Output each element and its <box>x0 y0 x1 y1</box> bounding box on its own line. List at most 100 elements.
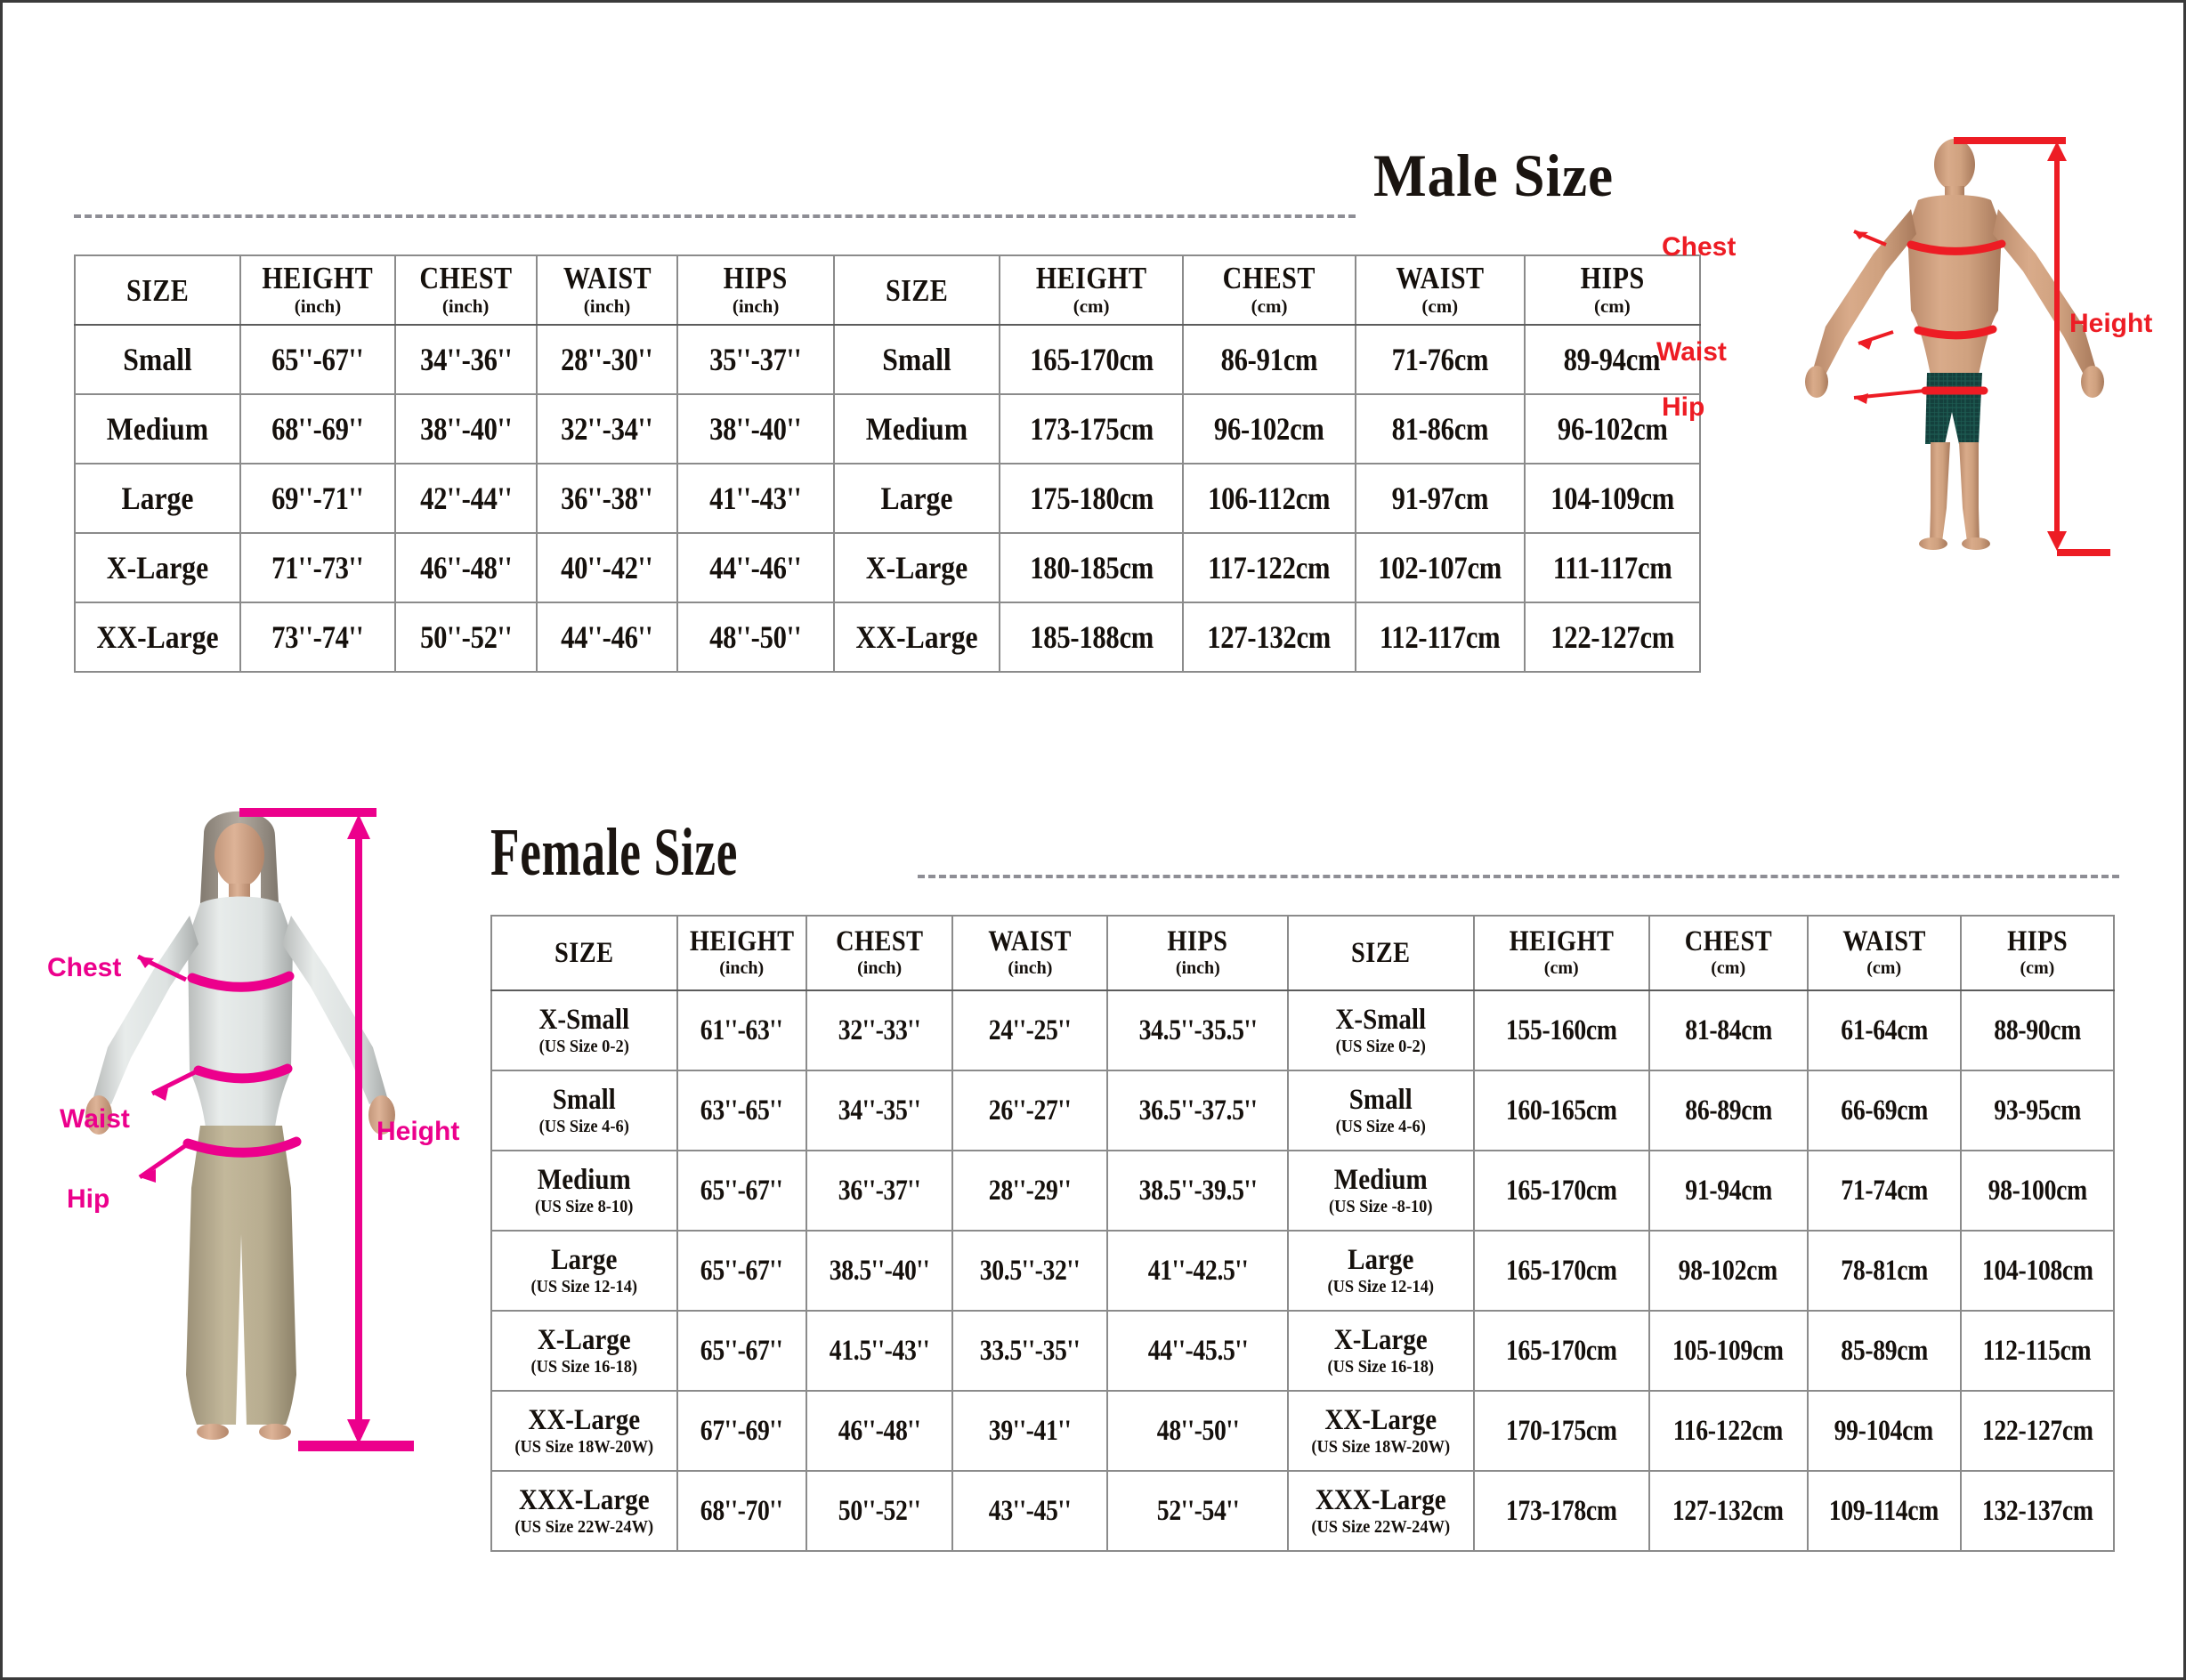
col-header-label: HIPS <box>1580 261 1645 296</box>
measurement-value: 50''-52'' <box>838 1494 921 1527</box>
cell-hips-inch: 38''-40'' <box>676 393 835 464</box>
cell-waist-inch: 26''-27'' <box>951 1070 1109 1151</box>
col-hips-cm: HIPS (cm) <box>1959 915 2116 991</box>
size-label: Large <box>121 481 194 516</box>
cell-height-cm: 185-188cm <box>998 602 1185 673</box>
col-header-unit: (inch) <box>732 295 780 318</box>
col-header-label: CHEST <box>419 261 513 296</box>
cell-hips-cm: 93-95cm <box>1959 1070 2116 1151</box>
measurement-value: 50''-52'' <box>419 619 512 655</box>
male-hip-label: Hip <box>1662 392 1705 422</box>
size-label: Small <box>552 1084 616 1117</box>
size-label: Small <box>1348 1084 1413 1117</box>
female-pants <box>186 1126 296 1425</box>
cell-hips-inch: 41''-43'' <box>676 463 835 534</box>
measurement-value: 28''-30'' <box>561 342 653 377</box>
measurement-value: 71''-73'' <box>271 550 364 586</box>
measurement-value: 36''-37'' <box>838 1174 921 1207</box>
measurement-value: 67''-69'' <box>700 1414 783 1447</box>
measurement-value: 65''-67'' <box>700 1254 783 1287</box>
measurement-value: 34.5''-35.5'' <box>1138 1014 1258 1046</box>
measurement-value: 46''-48'' <box>419 550 512 586</box>
cell-hips-cm: 111-117cm <box>1523 532 1702 603</box>
male-chest-label: Chest <box>1662 232 1737 262</box>
measurement-value: 132-137cm <box>1981 1494 2093 1527</box>
cell-waist-cm: 91-97cm <box>1354 463 1526 534</box>
male-hip-arrowhead <box>1854 393 1868 404</box>
col-hips-cm: HIPS (cm) <box>1523 254 1702 326</box>
measurement-value: 66-69cm <box>1840 1094 1928 1127</box>
cell-chest-cm: 98-102cm <box>1648 1230 1809 1312</box>
cell-size-inch: Small (US Size 4-6) <box>490 1070 678 1151</box>
measurement-value: 117-122cm <box>1208 550 1331 586</box>
measurement-value: 73''-74'' <box>271 619 364 655</box>
col-height-cm: HEIGHT (cm) <box>998 254 1185 326</box>
us-size-label: (US Size 22W-24W) <box>1311 1516 1451 1537</box>
female-hip-leader <box>138 1143 188 1180</box>
measurement-value: 81-84cm <box>1684 1014 1772 1046</box>
cell-height-cm: 180-185cm <box>998 532 1185 603</box>
measurement-value: 41''-43'' <box>709 481 802 516</box>
cell-height-inch: 65''-67'' <box>676 1150 807 1232</box>
female-height-up-arrowhead <box>347 814 370 839</box>
measurement-value: 34''-35'' <box>838 1094 921 1127</box>
col-header-unit: (inch) <box>583 295 631 318</box>
col-header-label: WAIST <box>988 925 1073 957</box>
cell-size-cm: Small (US Size 4-6) <box>1287 1070 1475 1151</box>
cell-hips-cm: 132-137cm <box>1959 1470 2116 1552</box>
cell-height-cm: 173-178cm <box>1472 1470 1650 1552</box>
measurement-value: 36.5''-37.5'' <box>1138 1094 1258 1127</box>
table-row: Small 65''-67'' 34''-36'' 28''-30'' 35''-37'… <box>73 324 1702 395</box>
us-size-label: (US Size 12-14) <box>530 1276 638 1296</box>
cell-waist-cm: 85-89cm <box>1806 1310 1962 1392</box>
size-label: X-Large <box>1334 1324 1428 1357</box>
cell-hips-cm: 98-100cm <box>1959 1150 2116 1232</box>
cell-chest-cm: 116-122cm <box>1648 1390 1809 1472</box>
col-header-unit: (cm) <box>1251 295 1288 318</box>
measurement-value: 81-86cm <box>1391 411 1489 447</box>
measurement-value: 44''-45.5'' <box>1147 1334 1249 1367</box>
cell-height-cm: 165-170cm <box>1472 1150 1650 1232</box>
cell-size-cm: XXX-Large (US Size 22W-24W) <box>1287 1470 1475 1552</box>
male-left-foot <box>1919 537 1947 550</box>
measurement-value: 65''-67'' <box>700 1174 783 1207</box>
cell-chest-inch: 50''-52'' <box>393 602 538 673</box>
measurement-value: 61''-63'' <box>700 1014 783 1046</box>
cell-waist-cm: 112-117cm <box>1354 602 1526 673</box>
cell-height-cm: 165-170cm <box>1472 1230 1650 1312</box>
female-table-header-row: SIZE HEIGHT (inch) CHEST (inch) WAIST (i… <box>490 915 2116 991</box>
table-row: X-Large 71''-73'' 46''-48'' 40''-42'' 44''-4… <box>73 532 1702 603</box>
cell-height-inch: 61''-63'' <box>676 989 807 1071</box>
cell-size-cm: Large <box>832 463 1000 534</box>
cell-waist-cm: 71-76cm <box>1354 324 1526 395</box>
us-size-label: (US Size 12-14) <box>1327 1276 1435 1296</box>
col-header-label: SIZE <box>1351 936 1411 969</box>
cell-chest-cm: 127-132cm <box>1648 1470 1809 1552</box>
col-header-label: HIPS <box>1167 925 1228 957</box>
cell-size-inch: XXX-Large (US Size 22W-24W) <box>490 1470 678 1552</box>
male-size-table: SIZE HEIGHT (inch) CHEST (inch) WAIST (i… <box>73 254 1702 673</box>
col-hips-inch: HIPS (inch) <box>676 254 835 326</box>
table-row: Medium (US Size 8-10) 65''-67'' 36''-37'' 28… <box>490 1150 2116 1232</box>
male-left-leg <box>1930 442 1950 542</box>
cell-waist-cm: 66-69cm <box>1806 1070 1962 1151</box>
male-height-up-arrowhead <box>2047 141 2067 161</box>
col-header-label: WAIST <box>563 261 652 296</box>
measurement-value: 104-108cm <box>1981 1254 2093 1287</box>
cell-waist-cm: 78-81cm <box>1806 1230 1962 1312</box>
cell-size-cm: Medium (US Size -8-10) <box>1287 1150 1475 1232</box>
us-size-label: (US Size 4-6) <box>538 1116 629 1136</box>
cell-size-cm: X-Large <box>832 532 1000 603</box>
us-size-label: (US Size 22W-24W) <box>514 1516 654 1537</box>
table-row: XX-Large 73''-74'' 50''-52'' 44''-46'' 48''-… <box>73 602 1702 673</box>
cell-waist-inch: 36''-38'' <box>535 463 679 534</box>
size-label: XX-Large <box>1324 1404 1437 1437</box>
measurement-value: 63''-65'' <box>700 1094 783 1127</box>
measurement-value: 165-170cm <box>1505 1334 1617 1367</box>
col-header-unit: (inch) <box>1175 958 1220 978</box>
measurement-value: 185-188cm <box>1029 619 1154 655</box>
col-waist-cm: WAIST (cm) <box>1354 254 1526 326</box>
measurement-value: 41.5''-43'' <box>829 1334 930 1367</box>
measurement-value: 86-91cm <box>1220 342 1318 377</box>
cell-waist-inch: 43''-45'' <box>951 1470 1109 1552</box>
